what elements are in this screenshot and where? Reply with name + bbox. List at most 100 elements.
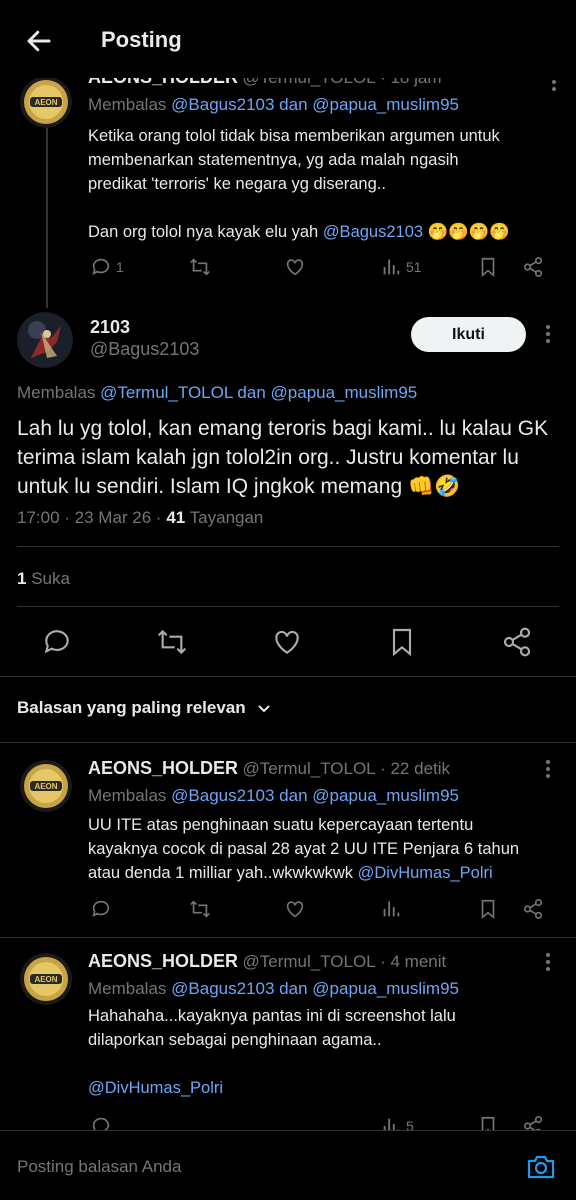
bookmark-button[interactable] xyxy=(386,626,420,660)
share-button[interactable] xyxy=(501,626,535,660)
camera-button[interactable] xyxy=(526,1153,556,1181)
mention-link[interactable]: @Bagus2103 xyxy=(323,223,423,241)
reply-prefix: Membalas xyxy=(17,383,96,402)
replying-to: Membalas @Bagus2103 dan @papua_muslim95 xyxy=(88,95,459,115)
text-line: Ketika orang tolol tidak bisa memberikan… xyxy=(88,127,500,145)
follow-button[interactable]: Ikuti xyxy=(411,317,526,352)
author-line: AEONS_HOLDER @Termul_TOLOL · 4 menit xyxy=(88,951,446,972)
tweet-actions xyxy=(88,895,553,923)
chevron-down-icon xyxy=(257,705,270,713)
bookmark-button[interactable] xyxy=(477,895,499,923)
heart-icon xyxy=(286,259,304,276)
tweet-actions: 1 51 xyxy=(88,253,553,281)
replying-to: Membalas @Termul_TOLOL dan @papua_muslim… xyxy=(17,383,417,403)
like-button[interactable] xyxy=(271,626,305,660)
reply-icon xyxy=(92,900,110,917)
reply-button[interactable] xyxy=(90,895,112,923)
repost-button[interactable] xyxy=(188,895,212,923)
views-count: 41 xyxy=(166,508,186,527)
like-button[interactable] xyxy=(284,895,306,923)
views-icon xyxy=(383,259,400,275)
likes-count: 1 xyxy=(17,569,27,588)
author-handle[interactable]: @Bagus2103 xyxy=(90,339,199,360)
repost-icon xyxy=(190,258,210,276)
reply-input[interactable]: Posting balasan Anda xyxy=(17,1157,181,1177)
bookmark-button[interactable] xyxy=(477,253,499,281)
divider xyxy=(17,546,559,547)
text-fragment: Dan org tolol nya kayak elu yah xyxy=(88,223,319,241)
views-button[interactable]: 51 xyxy=(380,253,422,281)
avatar[interactable]: AEON xyxy=(20,953,72,1005)
avatar[interactable]: AEON xyxy=(20,760,72,812)
share-button[interactable] xyxy=(522,253,544,281)
text-line: kayaknya cocok di pasal 28 ayat 2 UU ITE… xyxy=(88,840,520,858)
main-tweet-actions xyxy=(0,626,576,660)
author-name[interactable]: AEONS_HOLDER xyxy=(88,758,238,778)
mention-link[interactable]: @Bagus2103 xyxy=(171,979,274,998)
divider xyxy=(0,676,576,677)
text-line: UU ITE atas penghinaan suatu kepercayaan… xyxy=(88,816,474,834)
reply-prefix: Membalas xyxy=(88,786,167,805)
repost-icon xyxy=(190,900,210,918)
replying-to: Membalas @Bagus2103 dan @papua_muslim95 xyxy=(88,786,459,806)
views-count: 51 xyxy=(406,259,422,275)
mention-link[interactable]: @Bagus2103 xyxy=(171,95,274,114)
views-button[interactable] xyxy=(380,895,402,923)
reply-and: dan xyxy=(279,786,308,805)
reply-sort-dropdown[interactable]: Balasan yang paling relevan xyxy=(17,698,272,718)
reply-icon xyxy=(92,258,110,275)
share-icon xyxy=(523,899,543,919)
author-name[interactable]: AEONS_HOLDER xyxy=(88,951,238,971)
svg-text:AEON: AEON xyxy=(34,98,57,107)
emoji: 🤭🤭🤭🤭 xyxy=(427,223,510,241)
mention-link[interactable]: @papua_muslim95 xyxy=(312,95,459,114)
divider xyxy=(17,606,559,607)
bookmark-icon xyxy=(392,628,412,657)
text-line: predikat 'terroris' ke negara yg diseran… xyxy=(88,175,386,193)
post-time: 17:00 · 23 Mar 26 · xyxy=(17,508,162,527)
repost-icon xyxy=(157,629,187,655)
avatar[interactable]: AEON xyxy=(20,76,72,128)
tweet-text: UU ITE atas penghinaan suatu kepercayaan… xyxy=(88,813,558,885)
post-time: · 4 menit xyxy=(380,952,447,971)
mention-link[interactable]: @DivHumas_Polri xyxy=(358,864,493,882)
reply-and: dan xyxy=(279,95,308,114)
share-icon xyxy=(503,627,531,657)
text-line: Dan org tolol nya kayak elu yah @Bagus21… xyxy=(88,220,558,244)
thread-line xyxy=(46,128,48,308)
post-time: · 22 detik xyxy=(380,759,451,778)
mention-link[interactable]: @DivHumas_Polri xyxy=(88,1076,558,1100)
repost-button[interactable] xyxy=(188,253,212,281)
more-options-icon[interactable] xyxy=(538,759,558,779)
reply-button[interactable]: 1 xyxy=(90,253,124,281)
author-handle[interactable]: @Termul_TOLOL xyxy=(242,759,375,778)
page-title: Posting xyxy=(101,27,182,52)
reply-composer[interactable]: Posting balasan Anda xyxy=(0,1130,576,1200)
reply-button[interactable] xyxy=(41,626,75,660)
share-button[interactable] xyxy=(522,895,544,923)
repost-button[interactable] xyxy=(156,626,190,660)
author-handle[interactable]: @Termul_TOLOL xyxy=(242,952,375,971)
like-button[interactable] xyxy=(284,253,306,281)
svg-text:AEON: AEON xyxy=(34,975,57,984)
author-line: AEONS_HOLDER @Termul_TOLOL · 22 detik xyxy=(88,758,450,779)
reply-and: dan xyxy=(237,383,266,402)
more-options-icon[interactable] xyxy=(538,324,558,344)
tweet-meta: 17:00 · 23 Mar 26 · 41 Tayangan xyxy=(17,508,263,528)
mention-link[interactable]: @papua_muslim95 xyxy=(271,383,418,402)
mention-link[interactable]: @Termul_TOLOL xyxy=(100,383,233,402)
mention-link[interactable]: @papua_muslim95 xyxy=(312,979,459,998)
avatar[interactable] xyxy=(17,312,73,368)
more-options-icon[interactable] xyxy=(538,952,558,972)
share-icon xyxy=(523,257,543,277)
bookmark-icon xyxy=(481,899,495,920)
likes-summary[interactable]: 1 Suka xyxy=(17,569,70,589)
divider xyxy=(0,742,576,743)
mention-link[interactable]: @papua_muslim95 xyxy=(312,786,459,805)
mention-link[interactable]: @Bagus2103 xyxy=(171,786,274,805)
reply-prefix: Membalas xyxy=(88,979,167,998)
text-line: dilaporkan sebagai penghinaan agama.. xyxy=(88,1031,382,1049)
back-button[interactable] xyxy=(24,26,54,56)
sort-label: Balasan yang paling relevan xyxy=(17,698,246,717)
author-name[interactable]: 2103 xyxy=(90,317,130,338)
